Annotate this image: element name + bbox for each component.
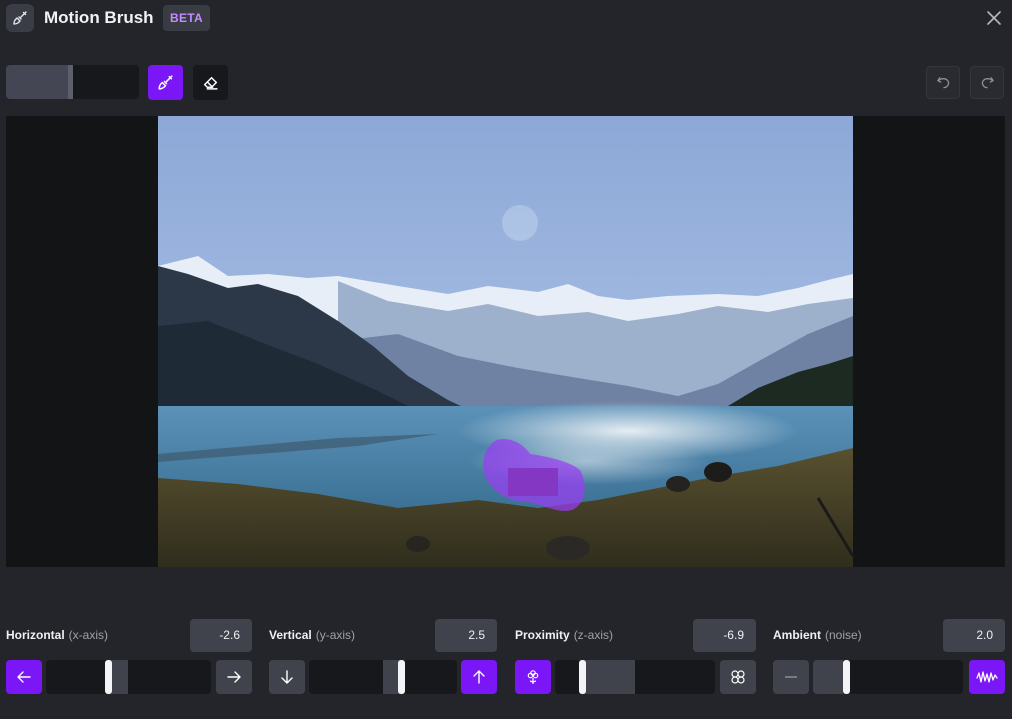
- canvas-area[interactable]: [6, 116, 1005, 567]
- vertical-decrease-button[interactable]: [269, 660, 305, 694]
- proximity-increase-button[interactable]: [720, 660, 756, 694]
- vertical-increase-button[interactable]: [461, 660, 497, 694]
- ambient-value[interactable]: 2.0: [943, 619, 1005, 652]
- arrow-left-icon: [17, 671, 31, 683]
- arrow-down-icon: [281, 670, 293, 684]
- beta-badge: BETA: [163, 5, 210, 31]
- ambient-increase-button[interactable]: [969, 660, 1005, 694]
- vertical-value[interactable]: 2.5: [435, 619, 497, 652]
- undo-icon: [936, 77, 949, 89]
- page-title: Motion Brush: [44, 8, 154, 27]
- proximity-decrease-button[interactable]: [515, 660, 551, 694]
- brush-size-slider[interactable]: [6, 65, 139, 99]
- paintbrush-icon: [6, 4, 34, 32]
- header: Motion Brush BETA: [0, 0, 1012, 36]
- horizontal-increase-button[interactable]: [216, 660, 252, 694]
- horizontal-value[interactable]: -2.6: [190, 619, 252, 652]
- ambient-label: Ambient (noise): [773, 628, 862, 642]
- arrow-up-icon: [473, 670, 485, 684]
- flower-large-icon: [731, 670, 745, 684]
- vertical-slider[interactable]: [309, 660, 457, 694]
- proximity-slider-fill: [583, 660, 635, 694]
- proximity-value[interactable]: -6.9: [693, 619, 756, 652]
- close-icon: [987, 11, 1001, 25]
- calm-icon: [785, 676, 797, 678]
- horizontal-decrease-button[interactable]: [6, 660, 42, 694]
- mountain-lake-photo: [158, 116, 853, 567]
- paintbrush-icon: [158, 75, 173, 90]
- arrow-right-icon: [227, 671, 241, 683]
- vertical-slider-thumb[interactable]: [398, 660, 405, 694]
- redo-icon: [981, 77, 994, 89]
- eraser-icon: [203, 76, 218, 90]
- undo-button[interactable]: [926, 66, 960, 99]
- close-button[interactable]: [982, 6, 1006, 30]
- horizontal-slider[interactable]: [46, 660, 211, 694]
- ambient-slider[interactable]: [813, 660, 963, 694]
- brush-size-handle[interactable]: [68, 65, 73, 99]
- brush-size-fill: [6, 65, 73, 99]
- proximity-slider-thumb[interactable]: [579, 660, 586, 694]
- proximity-label: Proximity (z-axis): [515, 628, 614, 642]
- ambient-slider-fill: [813, 660, 843, 694]
- ambient-decrease-button[interactable]: [773, 660, 809, 694]
- horizontal-label: Horizontal (x-axis): [6, 628, 108, 642]
- redo-button[interactable]: [970, 66, 1004, 99]
- ambient-slider-thumb[interactable]: [843, 660, 850, 694]
- flower-small-icon: [527, 670, 539, 684]
- vertical-label: Vertical (y-axis): [269, 628, 356, 642]
- proximity-slider[interactable]: [555, 660, 715, 694]
- eraser-tool-button[interactable]: [193, 65, 228, 100]
- horizontal-slider-thumb[interactable]: [105, 660, 112, 694]
- brush-tool-button[interactable]: [148, 65, 183, 100]
- noise-wave-icon: [976, 671, 998, 683]
